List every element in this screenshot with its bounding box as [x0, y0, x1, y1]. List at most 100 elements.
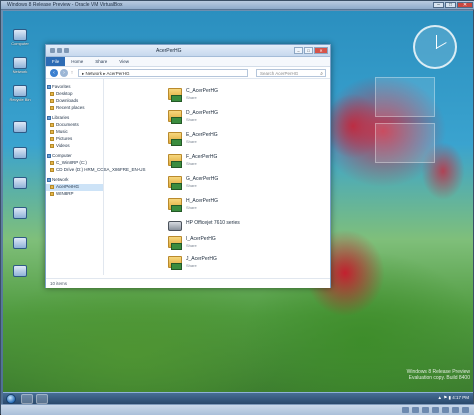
- host-close-button[interactable]: ✕: [457, 2, 473, 8]
- shared-folders-icon[interactable]: [442, 407, 449, 413]
- item-name: E_AcerPerHG: [186, 132, 218, 138]
- up-arrow-icon[interactable]: ↑: [69, 69, 75, 77]
- nav-c-drive[interactable]: C_Win8RP (C:): [46, 160, 103, 167]
- nav-acerperhg[interactable]: AcerPerHG: [46, 184, 103, 191]
- list-item[interactable]: H_AcerPerHG Share: [168, 195, 318, 217]
- tab-view[interactable]: View: [113, 57, 135, 66]
- shortcut-icon: [13, 237, 27, 249]
- nav-recent-places[interactable]: Recent places: [46, 105, 103, 112]
- tab-file[interactable]: File: [46, 57, 66, 66]
- documents-icon: [50, 123, 54, 127]
- network-desktop-icon[interactable]: Network: [5, 57, 35, 74]
- usb-icon[interactable]: [422, 407, 429, 413]
- host-titlebar: Windows 8 Release Preview - Oracle VM Vi…: [1, 1, 474, 10]
- host-device-icons: [402, 407, 469, 413]
- optical-drive-icon[interactable]: [412, 407, 419, 413]
- list-item[interactable]: C_AcerPerHG Share: [168, 85, 318, 107]
- nav-favorites[interactable]: Favorites: [46, 84, 103, 91]
- display-icon[interactable]: [452, 407, 459, 413]
- gadget-panel[interactable]: [375, 123, 435, 163]
- desktop-shortcut[interactable]: [5, 207, 35, 219]
- nav-label: WIN8RP: [56, 191, 74, 196]
- downloads-icon: [50, 99, 54, 103]
- nav-network[interactable]: Network: [46, 177, 103, 184]
- clock-minute-hand: [435, 42, 447, 49]
- desktop-shortcut[interactable]: [5, 237, 35, 249]
- explorer-titlebar[interactable]: AcerPerHG – □ ✕: [46, 45, 330, 57]
- shared-folder-icon: [168, 176, 182, 190]
- system-tray[interactable]: ▲ ⚑ ▮ 4:17 PM: [438, 395, 469, 401]
- search-placeholder: Search AcerPerHG: [260, 71, 299, 76]
- address-bar-row: ‹ › ↑ ▸ Network ▸ AcerPerHG Search AcerP…: [46, 67, 330, 79]
- explorer-minimize-button[interactable]: –: [294, 47, 303, 54]
- list-item[interactable]: D_AcerPerHG Share: [168, 107, 318, 129]
- properties-icon[interactable]: [57, 48, 62, 53]
- desktop-shortcut[interactable]: [5, 177, 35, 189]
- back-button[interactable]: ‹: [50, 69, 58, 77]
- nav-computer[interactable]: Computer: [46, 153, 103, 160]
- list-item[interactable]: I_AcerPerHG Share: [168, 233, 318, 255]
- network-adapter-icon[interactable]: [432, 407, 439, 413]
- gadget-panel[interactable]: [375, 77, 435, 117]
- item-type: Share: [186, 243, 197, 248]
- nav-documents[interactable]: Documents: [46, 122, 103, 129]
- list-item[interactable]: G_AcerPerHG Share: [168, 173, 318, 195]
- shared-folder-icon: [168, 154, 182, 168]
- explorer-maximize-button[interactable]: □: [304, 47, 313, 54]
- host-status-bar: [1, 404, 474, 415]
- tab-share[interactable]: Share: [89, 57, 113, 66]
- navigation-pane: Favorites Desktop Downloads Recent place…: [46, 79, 146, 275]
- mouse-integration-icon[interactable]: [462, 407, 469, 413]
- desktop-shortcut[interactable]: [5, 147, 35, 159]
- nav-downloads[interactable]: Downloads: [46, 98, 103, 105]
- hard-disk-icon[interactable]: [402, 407, 409, 413]
- computer-icon: [47, 154, 51, 158]
- host-maximize-button[interactable]: □: [445, 2, 456, 8]
- nav-label: Desktop: [56, 91, 73, 96]
- item-name: I_AcerPerHG: [186, 236, 216, 242]
- list-item[interactable]: F_AcerPerHG Share: [168, 151, 318, 173]
- start-button[interactable]: [6, 394, 16, 404]
- taskbar-explorer-button[interactable]: [36, 394, 48, 404]
- nav-cd-drive[interactable]: CD Drive (D:) HRM_CCSA_X86FRE_EN-US: [46, 167, 146, 174]
- item-name: D_AcerPerHG: [186, 110, 218, 116]
- nav-videos[interactable]: Videos: [46, 143, 103, 150]
- nav-desktop[interactable]: Desktop: [46, 91, 103, 98]
- recent-places-icon: [50, 106, 54, 110]
- item-type: Share: [186, 139, 197, 144]
- new-folder-icon[interactable]: [64, 48, 69, 53]
- ribbon-tabs: File Home Share View: [46, 57, 330, 67]
- computer-desktop-icon[interactable]: Computer: [5, 29, 35, 46]
- item-name: G_AcerPerHG: [186, 176, 219, 182]
- taskbar-ie-button[interactable]: [21, 394, 33, 404]
- shared-folder-icon: [168, 110, 182, 124]
- item-name: HP Officejet 7610 series: [186, 220, 240, 226]
- nav-music[interactable]: Music: [46, 129, 103, 136]
- list-item[interactable]: E_AcerPerHG Share: [168, 129, 318, 151]
- guest-desktop: Computer Network Recycle Bin AcerPerHG –…: [3, 11, 473, 392]
- host-minimize-button[interactable]: –: [433, 2, 444, 8]
- desktop-icon-label: Computer: [11, 41, 29, 46]
- recycle-bin-desktop-icon[interactable]: Recycle Bin: [5, 85, 35, 102]
- tab-home[interactable]: Home: [65, 57, 89, 66]
- nav-label: Favorites: [52, 84, 71, 89]
- item-type: Share: [186, 95, 197, 100]
- desktop-shortcut[interactable]: [5, 121, 35, 133]
- clock-gadget[interactable]: [413, 25, 457, 69]
- item-type: Share: [186, 161, 197, 166]
- address-bar[interactable]: ▸ Network ▸ AcerPerHG: [78, 69, 248, 77]
- forward-button[interactable]: ›: [60, 69, 68, 77]
- shared-folder-icon: [168, 256, 182, 270]
- explorer-close-button[interactable]: ✕: [314, 47, 328, 54]
- list-item[interactable]: J_AcerPerHG Share: [168, 253, 318, 275]
- search-input[interactable]: Search AcerPerHG ⌕: [256, 69, 326, 77]
- host-title: Windows 8 Release Preview - Oracle VM Vi…: [7, 2, 123, 8]
- watermark-line: Evaluation copy. Build 8400: [408, 375, 470, 381]
- shortcut-icon: [13, 147, 27, 159]
- nav-pictures[interactable]: Pictures: [46, 136, 103, 143]
- nav-libraries[interactable]: Libraries: [46, 115, 103, 122]
- item-name: F_AcerPerHG: [186, 154, 218, 160]
- desktop-shortcut[interactable]: [5, 265, 35, 277]
- desktop-icon-label: Network: [12, 69, 28, 74]
- nav-win8rp[interactable]: WIN8RP: [46, 191, 103, 198]
